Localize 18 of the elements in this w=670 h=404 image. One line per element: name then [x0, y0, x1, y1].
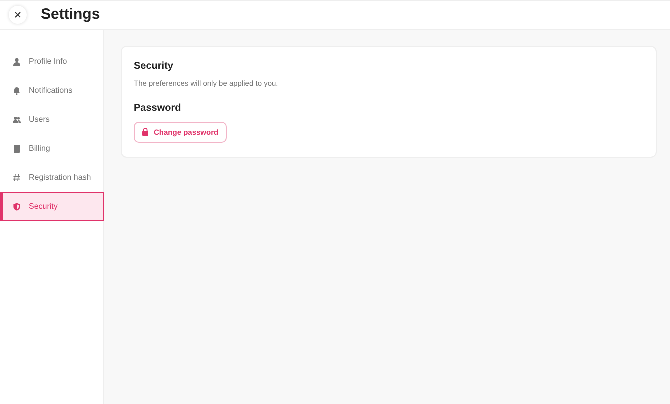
- subsection-title: Password: [134, 102, 182, 116]
- document-icon: [13, 144, 21, 152]
- sidebar-item[interactable]: Billing: [0, 134, 104, 163]
- section-title: Security: [134, 60, 174, 74]
- page-title: Settings: [41, 6, 100, 24]
- people-icon: [13, 116, 21, 124]
- sidebar-item[interactable]: Security: [0, 192, 104, 221]
- sidebar-item[interactable]: Profile Info: [0, 47, 104, 76]
- sidebar-item[interactable]: Users: [0, 105, 104, 134]
- close-icon: [15, 12, 21, 18]
- person-icon: [13, 58, 21, 66]
- shield-icon: [13, 202, 21, 210]
- sidebar-item[interactable]: Notifications: [0, 76, 104, 105]
- bell-icon: [13, 86, 21, 94]
- sidebar-item[interactable]: Registration hash: [0, 163, 104, 192]
- lock-icon: [142, 128, 149, 136]
- close-button[interactable]: [9, 6, 27, 24]
- hash-icon: [13, 174, 21, 182]
